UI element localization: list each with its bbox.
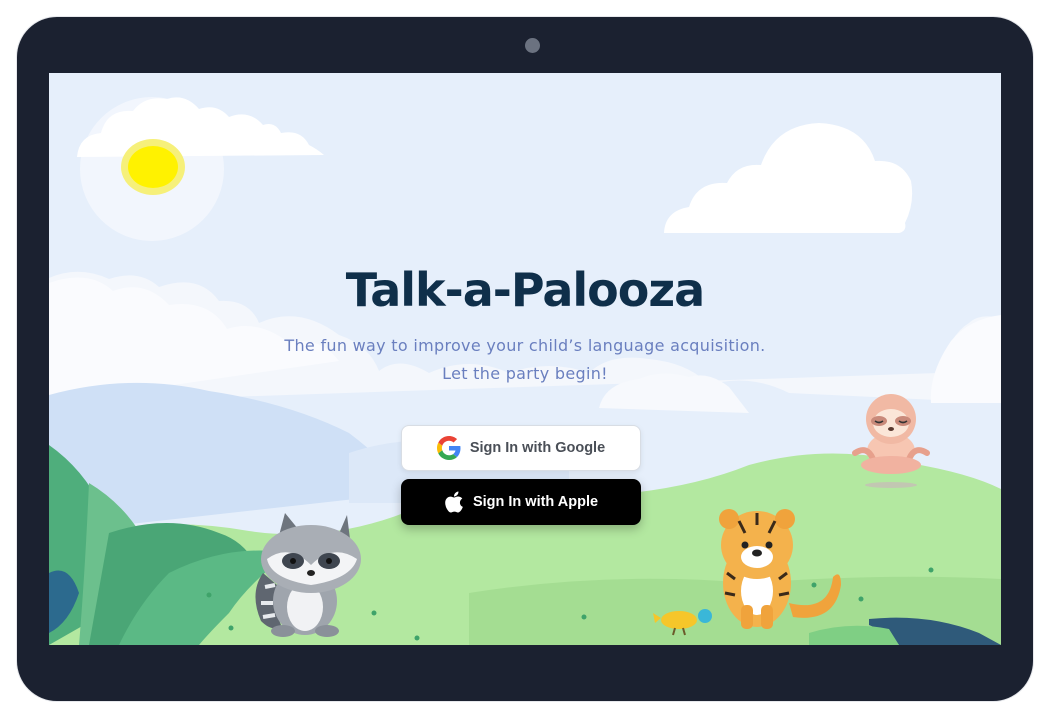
app-title: Talk-a-Palooza: [345, 263, 705, 317]
google-logo-icon: [436, 436, 461, 460]
tagline-line-2: Let the party begin!: [442, 364, 608, 383]
app-screen: Talk-a-Palooza The fun way to improve yo…: [49, 73, 1001, 645]
google-button-label: Sign In with Google: [469, 440, 606, 456]
apple-button-label: Sign In with Apple: [472, 494, 599, 510]
sign-in-google-button[interactable]: Sign In with Google: [401, 425, 641, 471]
apple-logo-icon: [444, 490, 464, 514]
camera-icon: [525, 38, 540, 53]
tagline: The fun way to improve your child’s lang…: [49, 332, 1001, 388]
tagline-line-1: The fun way to improve your child’s lang…: [284, 336, 766, 355]
tablet-frame: Talk-a-Palooza The fun way to improve yo…: [17, 17, 1033, 701]
sign-in-apple-button[interactable]: Sign In with Apple: [401, 479, 641, 525]
